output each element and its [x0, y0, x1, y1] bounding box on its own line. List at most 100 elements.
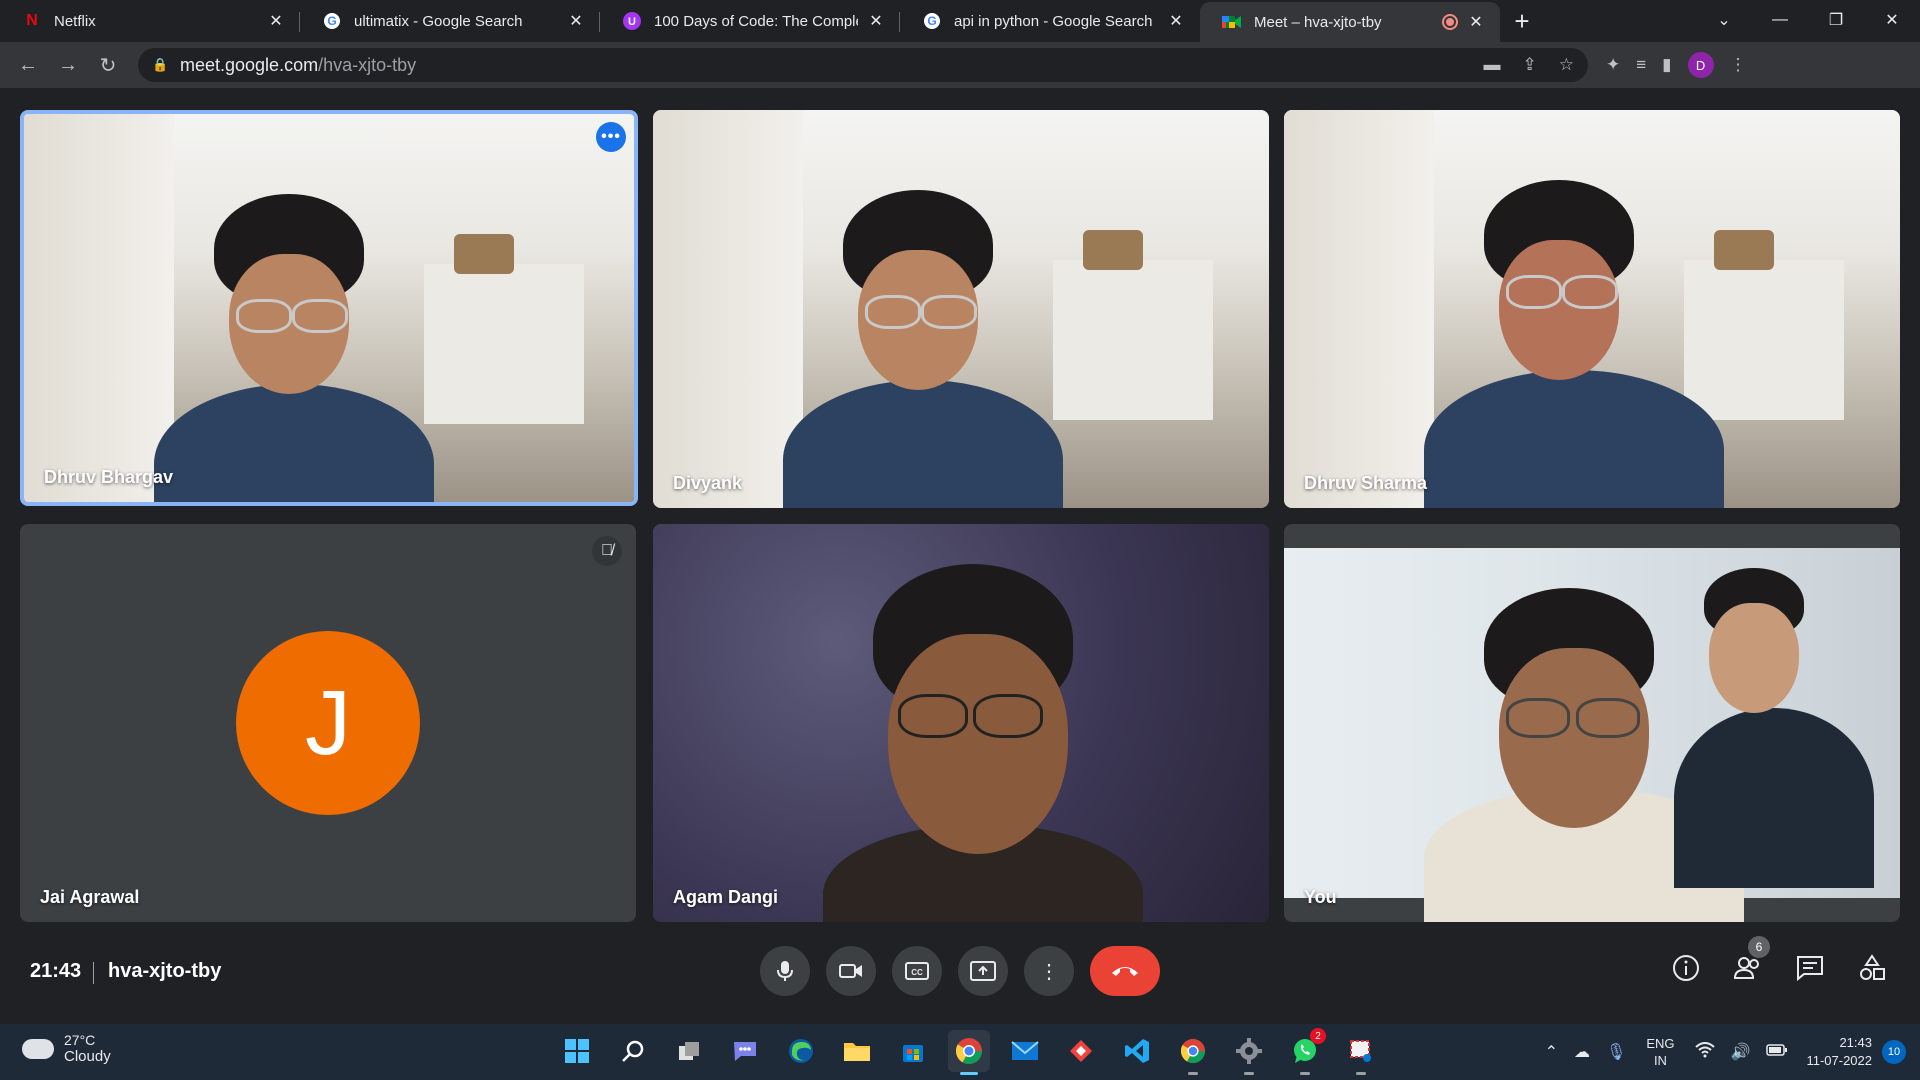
chevron-up-icon[interactable]: ⌃ — [1545, 1042, 1558, 1062]
participant-name: You — [1304, 887, 1337, 907]
settings-button[interactable] — [1228, 1030, 1270, 1075]
present-screen-icon — [970, 961, 996, 981]
tab-search-icon[interactable]: ⌄ — [1696, 0, 1752, 40]
windows-taskbar: 27°C Cloudy 2 ⌃ ☁ 🎙 ENG IN 🔊 21:43 11-07… — [0, 1024, 1920, 1080]
microphone-button[interactable] — [760, 946, 810, 996]
participant-tile[interactable]: Agam Dangi — [653, 524, 1269, 922]
system-clock[interactable]: 21:43 11-07-2022 — [1806, 1034, 1872, 1070]
weather-widget[interactable]: 27°C Cloudy — [22, 1032, 111, 1065]
lock-icon[interactable]: 🔒 — [152, 57, 168, 73]
participant-video — [653, 524, 1269, 922]
more-options-button[interactable]: ⋮ — [1024, 946, 1074, 996]
tab-ultimatix-search[interactable]: G ultimatix - Google Search ✕ — [300, 0, 600, 42]
chrome-icon — [955, 1038, 983, 1065]
participant-video — [1284, 110, 1900, 508]
netflix-icon: N — [26, 12, 38, 29]
chrome-active-button[interactable] — [948, 1030, 990, 1075]
onedrive-cloud-icon[interactable]: ☁ — [1574, 1042, 1590, 1062]
udemy-icon: U — [622, 11, 642, 31]
system-tray: ⌃ ☁ 🎙 ENG IN 🔊 21:43 11-07-2022 10 — [1537, 1024, 1920, 1080]
search-button[interactable] — [612, 1030, 654, 1072]
notification-badge[interactable]: 10 — [1882, 1040, 1906, 1064]
vscode-button[interactable] — [1116, 1030, 1158, 1072]
clock-time: 21:43 — [1839, 1035, 1872, 1050]
close-icon[interactable]: ✕ — [566, 11, 586, 31]
close-icon[interactable]: ✕ — [266, 11, 286, 31]
file-explorer-button[interactable] — [836, 1030, 878, 1072]
tab-api-python-search[interactable]: G api in python - Google Search ✕ — [900, 0, 1200, 42]
reload-button[interactable]: ↻ — [88, 45, 128, 85]
close-window-button[interactable]: ✕ — [1864, 0, 1920, 40]
more-options-icon[interactable]: ••• — [596, 122, 626, 152]
close-icon[interactable]: ✕ — [866, 11, 886, 31]
start-button[interactable] — [556, 1030, 598, 1072]
back-button[interactable]: ← — [8, 45, 48, 85]
present-screen-button[interactable] — [958, 946, 1008, 996]
forward-button[interactable]: → — [48, 45, 88, 85]
camera-icon[interactable]: ▬ — [1484, 55, 1501, 75]
close-icon[interactable]: ✕ — [1166, 11, 1186, 31]
side-panel-icon[interactable]: ▮ — [1662, 55, 1671, 75]
folder-icon — [844, 1043, 870, 1061]
captions-button[interactable]: CC — [892, 946, 942, 996]
meeting-details-button[interactable] — [1668, 950, 1704, 986]
self-view-tile[interactable]: You — [1284, 524, 1900, 922]
edge-browser-button[interactable] — [780, 1030, 822, 1072]
tab-title: 100 Days of Code: The Complete — [654, 12, 858, 30]
snipping-tool-button[interactable] — [1340, 1030, 1382, 1075]
participant-tile[interactable]: ••• Dhruv Bhargav — [20, 110, 638, 506]
people-count-badge: 6 — [1748, 936, 1770, 958]
teams-chat-button[interactable] — [724, 1030, 766, 1072]
task-view-icon — [679, 1042, 699, 1060]
input-language[interactable]: ENG IN — [1646, 1035, 1674, 1069]
participant-tile[interactable]: Dhruv Sharma — [1284, 110, 1900, 508]
cloud-icon — [22, 1038, 54, 1059]
meeting-time: 21:43 — [30, 960, 82, 982]
participant-name: Divyank — [673, 473, 743, 493]
window-controls: ⌄ — ❐ ✕ — [1696, 0, 1920, 40]
avatar: J — [236, 631, 420, 815]
svg-text:U: U — [628, 16, 636, 28]
camera-button[interactable] — [826, 946, 876, 996]
share-icon[interactable]: ⇪ — [1523, 55, 1537, 75]
whatsapp-button[interactable]: 2 — [1284, 1028, 1326, 1075]
chrome-menu-icon[interactable]: ⋮ — [1730, 55, 1747, 75]
chat-icon — [1797, 956, 1823, 981]
bookmark-star-icon[interactable]: ☆ — [1559, 55, 1574, 75]
address-bar[interactable]: 🔒 meet.google.com/hva-xjto-tby ▬ ⇪ ☆ — [138, 48, 1588, 82]
tab-google-meet[interactable]: Meet – hva-xjto-tby ✕ — [1200, 2, 1500, 42]
participant-tile[interactable]: Divyank — [653, 110, 1269, 508]
svg-text:CC: CC — [911, 968, 923, 977]
extensions-icon[interactable]: ✦ — [1606, 55, 1620, 75]
volume-icon[interactable]: 🔊 — [1731, 1042, 1751, 1062]
task-view-button[interactable] — [668, 1030, 710, 1072]
search-icon — [622, 1040, 644, 1062]
participant-name: Dhruv Bhargav — [44, 467, 174, 487]
new-tab-button[interactable]: + — [1500, 0, 1544, 42]
wifi-icon[interactable] — [1694, 1041, 1715, 1063]
svg-text:G: G — [927, 14, 936, 28]
google-icon: G — [922, 11, 942, 31]
microphone-in-use-icon[interactable]: 🎙 — [1606, 1042, 1626, 1062]
close-icon[interactable]: ✕ — [1466, 12, 1486, 32]
restore-button[interactable]: ❐ — [1808, 0, 1864, 40]
people-button[interactable]: 6 — [1730, 936, 1770, 986]
minimize-button[interactable]: — — [1752, 0, 1808, 40]
weather-temperature: 27°C — [64, 1032, 96, 1048]
battery-icon[interactable] — [1766, 1043, 1788, 1061]
anydesk-button[interactable] — [1060, 1030, 1102, 1072]
store-button[interactable] — [892, 1030, 934, 1072]
participant-tile[interactable]: 🎙̸ J Jai Agrawal — [20, 524, 636, 922]
tab-title: ultimatix - Google Search — [354, 12, 523, 30]
tab-netflix[interactable]: N Netflix ✕ — [0, 0, 300, 42]
microphone-icon — [777, 961, 793, 981]
media-control-icon[interactable]: ≡ — [1636, 55, 1646, 75]
mail-button[interactable] — [1004, 1030, 1046, 1072]
profile-avatar[interactable]: D — [1687, 52, 1714, 78]
tab-udemy-course[interactable]: U 100 Days of Code: The Complete ✕ — [600, 0, 900, 42]
chrome-profile-button[interactable] — [1172, 1030, 1214, 1075]
vscode-icon — [1125, 1039, 1149, 1063]
leave-call-button[interactable] — [1090, 946, 1160, 996]
chat-button[interactable] — [1792, 950, 1828, 986]
activities-button[interactable] — [1854, 950, 1890, 986]
